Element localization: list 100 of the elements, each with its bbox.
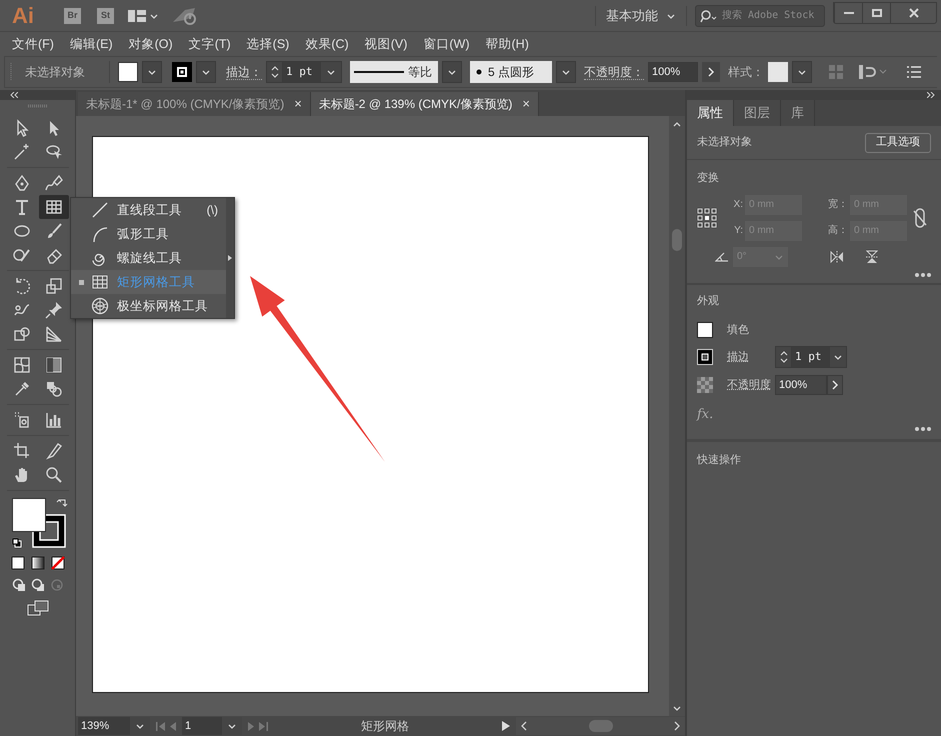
menu-item[interactable]: 极坐标网格工具 bbox=[71, 294, 226, 318]
menu-item[interactable]: 选择(S) bbox=[238, 33, 298, 55]
style-swatch[interactable] bbox=[768, 62, 788, 82]
field-label: X: bbox=[734, 198, 743, 212]
chevron-down-icon bbox=[135, 722, 145, 730]
dropdown-button[interactable] bbox=[196, 61, 216, 83]
first-page-icon bbox=[156, 722, 165, 730]
scroll-thumb[interactable] bbox=[588, 720, 612, 732]
menu-item[interactable]: 窗口(W) bbox=[415, 33, 478, 55]
dropdown-button[interactable] bbox=[442, 61, 462, 83]
stroke-label[interactable]: 描边： bbox=[226, 64, 262, 80]
search-field[interactable]: 搜索 Adobe Stock bbox=[695, 4, 825, 26]
app-button[interactable]: St bbox=[97, 8, 114, 24]
draw-normal-icon bbox=[12, 578, 26, 592]
chevron-down-icon bbox=[147, 68, 157, 76]
menu-item[interactable]: 对象(O) bbox=[120, 33, 181, 55]
tearoff-arrow-icon bbox=[228, 255, 232, 261]
menu-item[interactable]: 螺旋线工具 bbox=[71, 246, 226, 270]
stroke-swatch[interactable] bbox=[172, 62, 192, 82]
opacity-label[interactable]: 不透明度 bbox=[727, 376, 775, 394]
opacity-arrow-button[interactable] bbox=[827, 375, 843, 395]
dropdown-button[interactable] bbox=[556, 61, 576, 83]
document-tab[interactable]: 未标题-1* @ 100% (CMYK/像素预览) × bbox=[78, 92, 311, 116]
menu-item[interactable]: 直线段工具 (\) bbox=[71, 198, 226, 222]
opacity-field[interactable]: 100% bbox=[775, 375, 827, 395]
chevron-right-icon bbox=[831, 380, 839, 390]
selection-status: 未选择对象 bbox=[697, 135, 752, 150]
chevron-down-icon bbox=[201, 68, 211, 76]
minimize-icon bbox=[844, 12, 854, 14]
effects-button[interactable]: fx. bbox=[697, 405, 714, 424]
search-icon bbox=[700, 8, 718, 22]
vertical-scrollbar[interactable] bbox=[669, 116, 685, 716]
style-label: 样式： bbox=[728, 64, 764, 81]
chevron-up-icon bbox=[672, 120, 682, 128]
brush-label: 5 点圆形 bbox=[488, 64, 534, 81]
stroke-label[interactable]: 描边 bbox=[727, 348, 775, 366]
chevron-down-icon bbox=[666, 12, 676, 20]
opacity-label[interactable]: 不透明度： bbox=[584, 64, 644, 80]
menu-item[interactable]: 效果(C) bbox=[297, 33, 357, 55]
column-graph-icon bbox=[44, 410, 64, 430]
menu-item[interactable]: 文件(F) bbox=[4, 33, 62, 55]
mesh-icon bbox=[12, 355, 32, 375]
color-mode-icon bbox=[10, 556, 24, 570]
tool-button[interactable] bbox=[38, 195, 68, 219]
document-tab[interactable]: 未标题-2 @ 139% (CMYK/像素预览) × bbox=[310, 92, 539, 116]
close-icon bbox=[908, 8, 918, 18]
chevron-down-icon bbox=[672, 704, 682, 712]
section-title: 变换 bbox=[697, 170, 720, 186]
flip-horizontal-icon bbox=[830, 250, 844, 262]
tab-close-button[interactable]: × bbox=[294, 94, 302, 114]
stroke-profile-label: 等比 bbox=[408, 64, 432, 81]
line-icon bbox=[354, 70, 404, 74]
stroke-swatch[interactable] bbox=[697, 349, 713, 365]
panel-tab[interactable]: 属性 bbox=[687, 100, 734, 126]
menu-item[interactable]: 视图(V) bbox=[356, 33, 416, 55]
tool-options-button[interactable]: 工具选项 bbox=[865, 132, 931, 152]
scroll-thumb[interactable] bbox=[672, 228, 682, 251]
dropdown-button[interactable] bbox=[792, 61, 812, 83]
chevron-left-icon bbox=[520, 721, 528, 731]
slice-icon bbox=[44, 441, 64, 461]
tab-close-button[interactable]: × bbox=[522, 94, 530, 114]
play-icon bbox=[502, 721, 510, 731]
fill-swatch[interactable] bbox=[697, 322, 713, 338]
more-options-icon bbox=[915, 426, 931, 430]
menu-item[interactable]: 文字(T) bbox=[180, 33, 239, 55]
chevron-down-icon bbox=[797, 68, 807, 76]
chevron-right-icon bbox=[673, 721, 681, 731]
reference-point-icon bbox=[697, 208, 717, 228]
layout-button[interactable] bbox=[128, 8, 159, 22]
horizontal-scrollbar[interactable] bbox=[516, 717, 685, 735]
opacity-arrow-button[interactable] bbox=[702, 62, 720, 82]
workspace-switcher[interactable]: 基本功能 bbox=[596, 4, 686, 28]
zoom-field[interactable]: 139% bbox=[78, 717, 130, 735]
collapse-icon bbox=[10, 92, 18, 98]
opacity-field[interactable]: 100% bbox=[648, 62, 698, 82]
dropdown-button[interactable] bbox=[142, 61, 162, 83]
menu-item[interactable]: 弧形工具 bbox=[71, 222, 226, 246]
arc-icon bbox=[91, 225, 109, 243]
artboard-number-field[interactable]: 1 bbox=[182, 717, 222, 735]
gradient-icon bbox=[44, 355, 64, 375]
fill-swatch[interactable] bbox=[118, 62, 138, 82]
flip-vertical-icon bbox=[866, 250, 878, 264]
menu-item[interactable]: 编辑(E) bbox=[62, 33, 121, 55]
gradient-mode-icon bbox=[30, 556, 44, 570]
section-title: 外观 bbox=[697, 294, 720, 308]
chevron-down-icon bbox=[447, 68, 457, 76]
section-title: 快速操作 bbox=[697, 452, 742, 468]
draw-inside-icon bbox=[50, 578, 64, 592]
chevron-down-icon bbox=[774, 252, 784, 260]
app-button[interactable]: Br bbox=[64, 8, 81, 24]
curvature-pen-icon bbox=[44, 173, 64, 193]
menu-item[interactable]: 帮助(H) bbox=[478, 33, 537, 55]
brush-dropdown[interactable]: 5 点圆形 bbox=[470, 61, 552, 83]
app-logo: Ai bbox=[12, 2, 35, 30]
stroke-profile-dropdown[interactable]: 等比 bbox=[350, 61, 438, 83]
fill-color-swatch[interactable] bbox=[12, 498, 46, 532]
chevron-down-icon bbox=[227, 722, 237, 730]
field-label: Y: bbox=[734, 224, 743, 238]
field-label: 高： bbox=[828, 224, 848, 238]
next-page-icon bbox=[248, 722, 255, 730]
